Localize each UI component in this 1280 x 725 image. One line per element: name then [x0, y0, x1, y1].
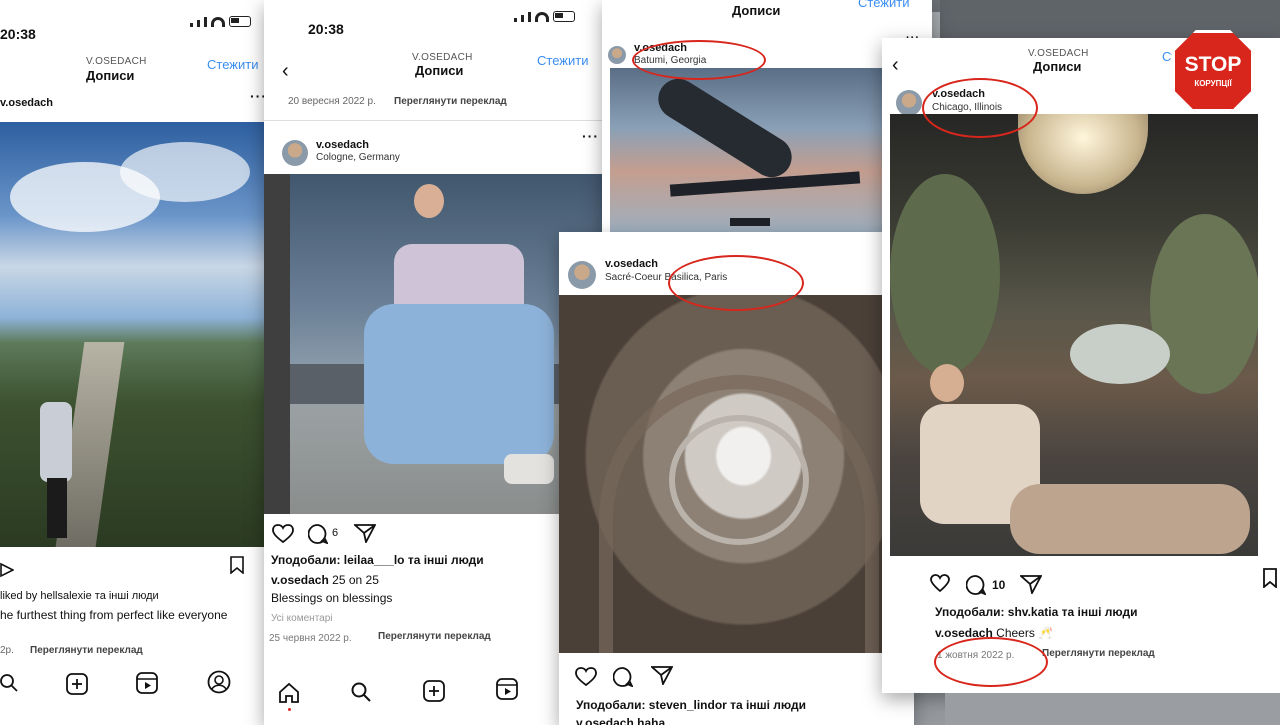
status-time: 20:38 — [0, 26, 36, 42]
more-icon[interactable]: ··· — [582, 128, 599, 144]
comment-icon[interactable] — [966, 575, 986, 595]
highlight-oval-chicago — [922, 78, 1038, 138]
liked-by-text: liked by hellsalexie та інші люди — [0, 590, 159, 602]
logo-subtitle: КОРУПЦІЇ — [1194, 79, 1232, 88]
previous-see-translation[interactable]: Переглянути переклад — [394, 96, 507, 107]
all-comments-link[interactable]: Усі коментарі — [271, 613, 333, 624]
stop-corruption-logo: STOP КОРУПЦІЇ — [1172, 30, 1254, 112]
post-photo-bridge[interactable] — [0, 122, 282, 547]
follow-button[interactable]: Стежити — [207, 57, 258, 72]
background-bottom-right — [945, 693, 1280, 725]
page-title: Дописи — [732, 3, 781, 18]
post-username[interactable]: v.osedach — [605, 258, 658, 270]
share-icon[interactable] — [651, 665, 673, 685]
post-caption: v.osedach 25 on 25 — [271, 573, 379, 587]
post-card-left: 20:38 V.OSEDACH Дописи Стежити v.osedach… — [0, 0, 282, 725]
post-username[interactable]: v.osedach — [316, 139, 369, 151]
caption-text: 25 on 25 — [332, 573, 379, 587]
highlight-oval-batumi — [632, 40, 766, 80]
wifi-icon — [211, 17, 225, 27]
heart-icon[interactable] — [272, 524, 294, 544]
post-caption: v.osedach haha — [576, 716, 666, 725]
caption-second-line: Blessings on blessings — [271, 591, 393, 605]
comments-count: 6 — [332, 527, 339, 539]
search-icon[interactable] — [351, 682, 371, 702]
profile-icon[interactable] — [207, 670, 231, 694]
see-translation-link[interactable]: Переглянути переклад — [30, 645, 143, 656]
account-label: V.OSEDACH — [412, 52, 473, 63]
search-icon[interactable] — [0, 674, 18, 692]
page-title: Дописи — [1033, 59, 1082, 74]
see-translation-link[interactable]: Переглянути переклад — [378, 631, 491, 642]
home-icon[interactable] — [278, 682, 300, 704]
account-label: V.OSEDACH — [1028, 48, 1089, 59]
heart-icon[interactable] — [930, 574, 950, 594]
bookmark-icon[interactable] — [229, 556, 245, 574]
share-icon[interactable] — [1020, 574, 1042, 594]
post-caption: he furthest thing from perfect like ever… — [0, 608, 228, 622]
post-date: 25 червня 2022 р. — [269, 633, 352, 644]
status-time: 20:38 — [308, 21, 344, 37]
share-icon[interactable] — [354, 523, 376, 543]
liked-by-text: Уподобали: leilaa___lo та інші люди — [271, 553, 484, 567]
divider — [264, 120, 612, 121]
avatar[interactable] — [896, 90, 922, 116]
follow-button[interactable]: Стежити — [537, 53, 588, 68]
follow-button[interactable]: Стежити — [858, 0, 909, 10]
avatar[interactable] — [282, 140, 308, 166]
battery-icon — [229, 16, 251, 27]
caption-username[interactable]: v.osedach — [271, 573, 329, 587]
logo-word: STOP — [1184, 53, 1242, 76]
bookmark-icon[interactable] — [1262, 568, 1278, 588]
highlight-oval-date — [934, 637, 1048, 687]
status-icons — [190, 16, 251, 27]
post-date: 2р. — [0, 645, 14, 656]
home-active-dot — [288, 708, 291, 711]
liked-by-text: Уподобали: steven_lindor та інші люди — [576, 698, 806, 712]
post-card-chicago: ‹ V.OSEDACH Дописи Сте v.osedach Chicago… — [882, 38, 1280, 693]
page-title: Дописи — [86, 68, 135, 83]
reels-icon[interactable] — [496, 678, 518, 700]
comment-icon[interactable] — [308, 524, 328, 544]
share-icon[interactable] — [0, 562, 14, 578]
page-title: Дописи — [415, 63, 464, 78]
liked-by-text: Уподобали: shv.katia та інші люди — [935, 605, 1138, 619]
see-translation-link[interactable]: Переглянути переклад — [1042, 648, 1155, 659]
post-username[interactable]: v.osedach — [0, 97, 53, 109]
wifi-icon — [535, 12, 549, 22]
add-post-icon[interactable] — [66, 673, 88, 695]
add-post-icon[interactable] — [423, 680, 445, 702]
back-arrow-icon[interactable]: ‹ — [892, 54, 899, 77]
avatar[interactable] — [608, 46, 626, 64]
battery-icon — [553, 11, 575, 22]
previous-post-date: 20 вересня 2022 р. — [288, 96, 376, 107]
avatar[interactable] — [568, 261, 596, 289]
reels-icon[interactable] — [136, 672, 158, 694]
post-photo-airplane[interactable] — [610, 68, 900, 240]
heart-icon[interactable] — [575, 667, 597, 687]
post-photo-basilica[interactable] — [559, 295, 914, 653]
post-photo-chicago[interactable] — [890, 114, 1258, 556]
comment-icon[interactable] — [613, 667, 633, 687]
comments-count: 10 — [992, 578, 1006, 592]
highlight-oval-paris — [668, 255, 804, 311]
account-label: V.OSEDACH — [86, 56, 147, 67]
back-arrow-icon[interactable]: ‹ — [282, 60, 289, 83]
status-icons — [514, 11, 575, 22]
post-location[interactable]: Cologne, Germany — [316, 152, 400, 163]
